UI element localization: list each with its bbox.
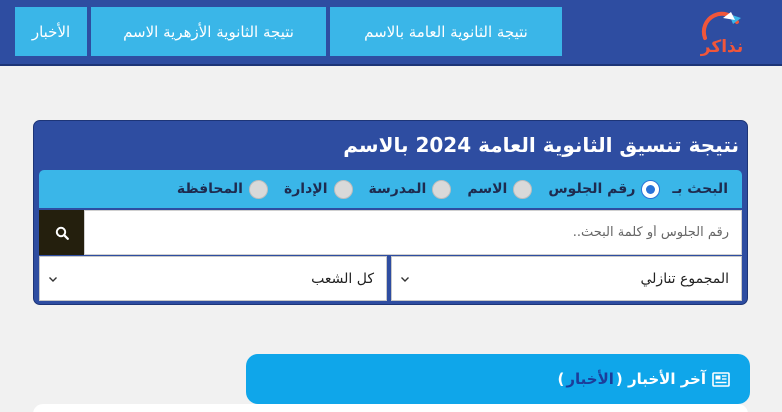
logo-graphic: نذاكر — [700, 11, 744, 57]
tab-azhar-result-by-name[interactable]: نتيجة الثانوية الأزهرية الاسم — [91, 7, 326, 56]
search-icon — [55, 226, 69, 240]
chevron-down-icon — [49, 276, 57, 282]
search-input[interactable] — [84, 210, 742, 255]
radio-label-seat-number: رقم الجلوس — [548, 181, 636, 197]
newspaper-icon — [712, 371, 730, 387]
radio-button[interactable] — [333, 179, 353, 199]
radio-administration[interactable]: الإدارة — [283, 179, 353, 199]
chevron-down-icon — [401, 276, 409, 282]
radio-label-administration: الإدارة — [283, 181, 328, 197]
news-link[interactable]: الأخبار — [566, 370, 614, 388]
branch-select[interactable]: كل الشعب — [39, 256, 387, 301]
radio-button[interactable] — [432, 179, 452, 199]
sort-select-value: المجموع تنازلي — [640, 270, 730, 287]
radio-button[interactable] — [248, 179, 268, 199]
branch-select-value: كل الشعب — [311, 270, 374, 287]
search-card-title: نتيجة تنسيق الثانوية العامة 2024 بالاسم — [343, 133, 739, 157]
news-paren-close: ) — [557, 370, 565, 388]
radio-name[interactable]: الاسم — [467, 179, 533, 199]
radio-label-governorate: المحافظة — [176, 181, 243, 197]
search-row — [39, 210, 742, 255]
radio-seat-number[interactable]: رقم الجلوس — [548, 179, 661, 199]
tab-news[interactable]: الأخبار — [15, 7, 87, 56]
search-button[interactable] — [39, 210, 84, 255]
news-content-panel — [33, 404, 748, 412]
radio-button[interactable] — [513, 179, 533, 199]
sort-select[interactable]: المجموع تنازلي — [391, 256, 742, 301]
latest-news-title: آخر الأخبار — [627, 370, 706, 388]
radio-button-checked[interactable] — [641, 179, 661, 199]
svg-text:نذاكر: نذاكر — [700, 37, 744, 57]
top-navigation-bar: نذاكر نتيجة الثانوية العامة بالاسم نتيجة… — [0, 0, 782, 66]
latest-news-header: آخر الأخبار (الأخبار) — [246, 354, 750, 404]
radio-governorate[interactable]: المحافظة — [176, 179, 268, 199]
site-logo[interactable]: نذاكر — [697, 8, 747, 58]
radio-label-school: المدرسة — [368, 181, 427, 197]
search-by-label: البحث بـ — [672, 181, 728, 197]
search-card: نتيجة تنسيق الثانوية العامة 2024 بالاسم … — [33, 120, 748, 305]
tab-public-result-by-name[interactable]: نتيجة الثانوية العامة بالاسم — [330, 7, 562, 56]
news-paren-open: ( — [615, 370, 628, 388]
filter-row: المجموع تنازلي كل الشعب — [39, 256, 742, 301]
radio-label-name: الاسم — [467, 181, 508, 197]
radio-school[interactable]: المدرسة — [368, 179, 452, 199]
search-type-options: البحث بـ رقم الجلوس الاسم المدرسة الإدار… — [39, 170, 742, 208]
